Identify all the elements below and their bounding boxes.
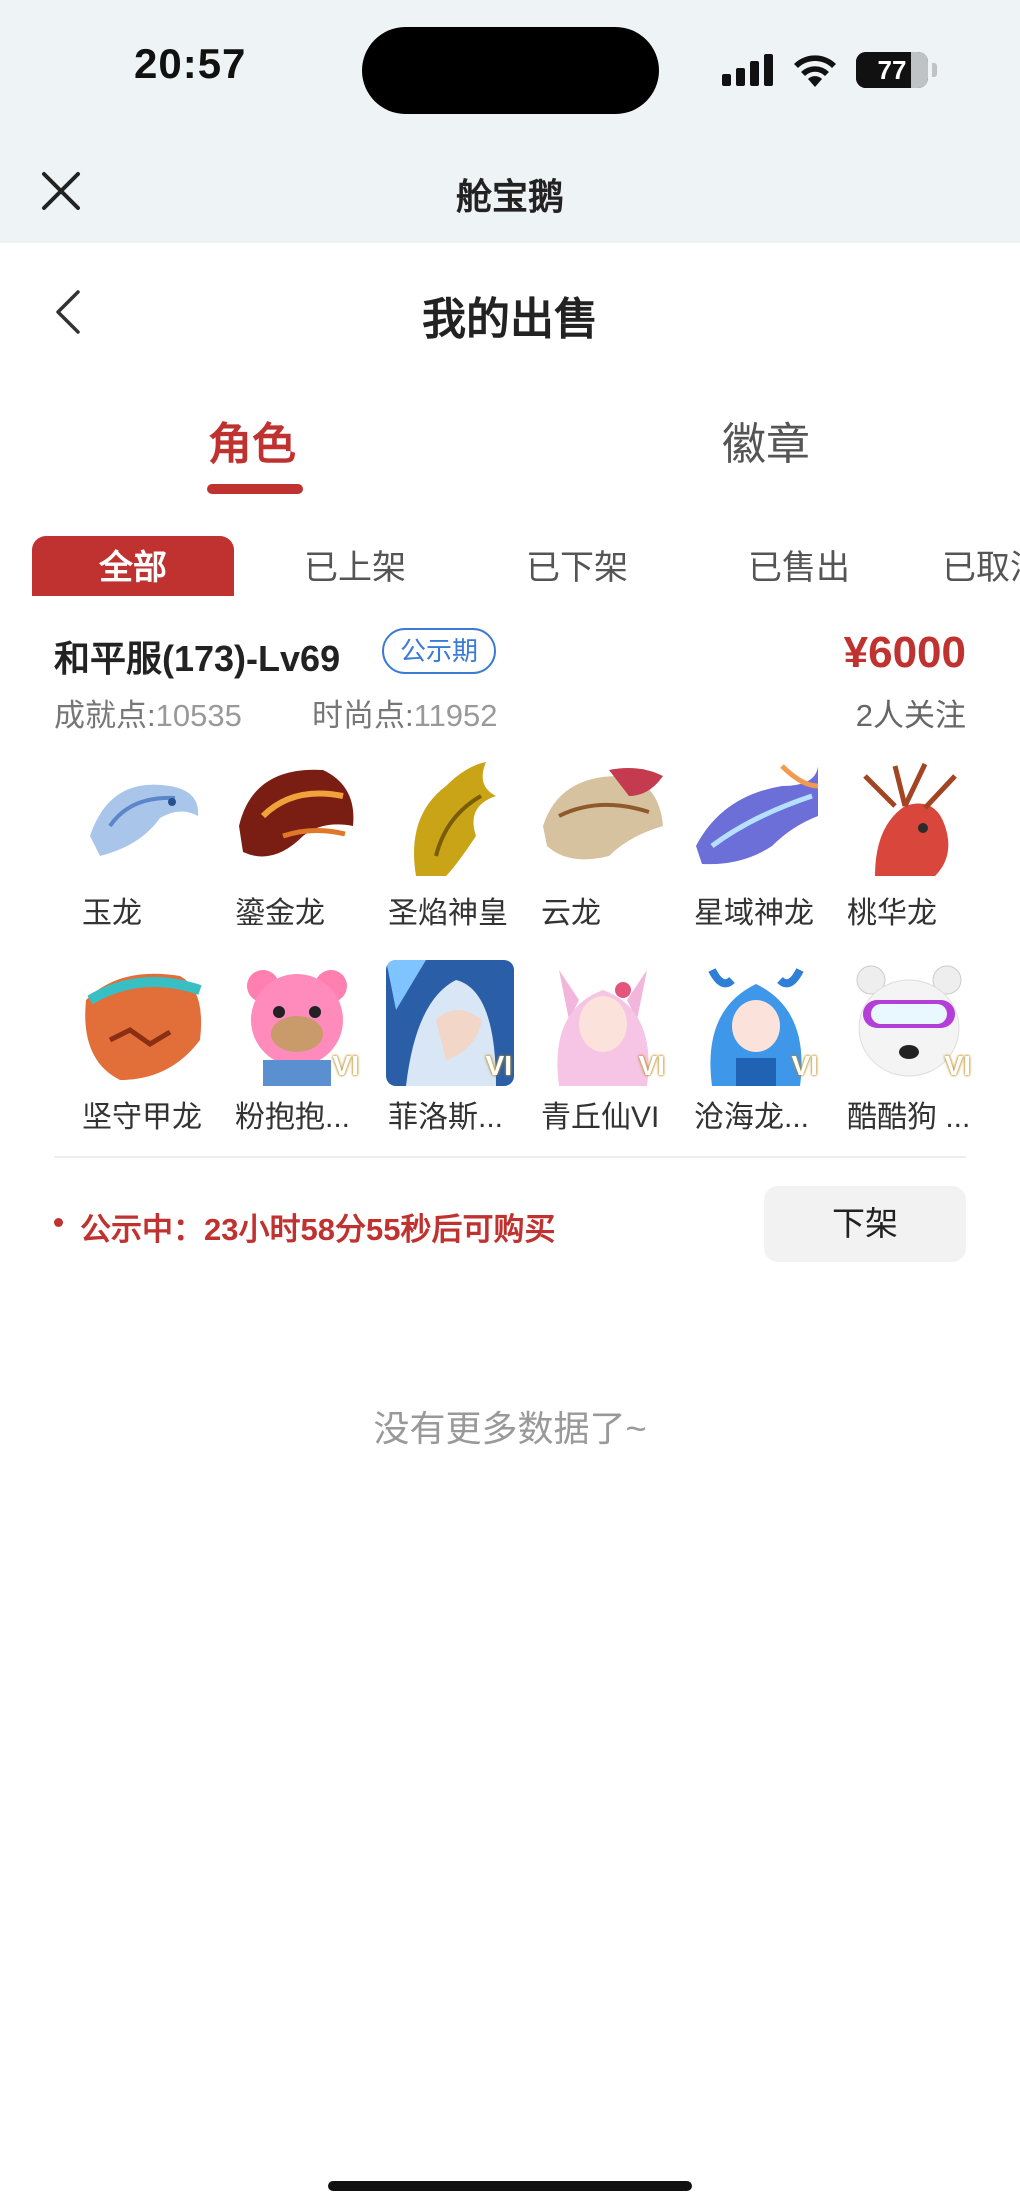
fashion-points: 时尚点:11952 <box>312 690 498 735</box>
blue-purple-dragon-image <box>692 756 820 882</box>
list-item[interactable]: 玉龙 <box>80 756 210 930</box>
golden-dragon-image <box>386 756 514 882</box>
peach-dragon-image <box>845 756 973 882</box>
item-name: 玉龙 <box>82 897 142 930</box>
vi-badge: VI <box>791 1050 818 1081</box>
achievement-value: 10535 <box>155 698 242 733</box>
filter-tabs: 全部 已上架 已下架 已售出 已取消 <box>32 536 1020 596</box>
status-icons: 77 <box>722 48 937 92</box>
battery-level: 77 <box>877 54 907 85</box>
app-title: 舱宝鹅 <box>455 176 564 217</box>
vi-badge: VI <box>332 1050 359 1081</box>
vi-badge: VI <box>485 1050 512 1081</box>
list-item[interactable]: 星域神龙 <box>692 756 822 930</box>
list-item[interactable]: VI 菲洛斯... <box>386 960 516 1134</box>
list-item[interactable]: 坚守甲龙 <box>80 960 210 1134</box>
list-item[interactable]: 圣焰神皇 <box>386 756 516 930</box>
cloud-dragon-image <box>539 756 667 882</box>
filter-all[interactable]: 全部 <box>32 536 234 596</box>
vi-badge: VI <box>638 1050 665 1081</box>
status-badge: 公示期 <box>382 628 497 674</box>
item-name: 青丘仙VI <box>541 1101 660 1134</box>
list-item[interactable]: VI 粉抱抱... <box>233 960 363 1134</box>
wifi-icon <box>794 55 836 87</box>
listing-title: 和平服(173)-Lv69 <box>54 638 341 679</box>
red-gold-dragon-image <box>233 756 361 882</box>
battery-icon: 77 <box>856 52 928 88</box>
dynamic-island <box>362 27 659 114</box>
silver-hair-character-image: VI <box>386 960 514 1086</box>
list-item[interactable]: VI 酷酷狗 ... <box>845 960 975 1134</box>
fashion-label: 时尚点: <box>312 698 414 733</box>
divider <box>54 1156 966 1158</box>
filter-cancelled[interactable]: 已取消 <box>942 536 1020 596</box>
filter-sold[interactable]: 已售出 <box>748 536 850 596</box>
item-name: 酷酷狗 ... <box>847 1101 971 1134</box>
item-name: 坚守甲龙 <box>82 1101 202 1134</box>
followers-count: 2人关注 <box>855 698 966 733</box>
item-name: 桃华龙 <box>847 897 937 930</box>
notice-bullet <box>54 1218 63 1227</box>
no-more-data: 没有更多数据了~ <box>373 1408 647 1449</box>
pink-bear-image: VI <box>233 960 361 1086</box>
list-item[interactable]: 桃华龙 <box>845 756 975 930</box>
item-name: 星域神龙 <box>694 897 814 930</box>
top-bar: 20:57 77 舱宝鹅 <box>0 0 1020 243</box>
page-title: 我的出售 <box>422 295 598 344</box>
home-indicator[interactable] <box>328 2181 692 2191</box>
filter-delisted[interactable]: 已下架 <box>526 536 628 596</box>
tab-active-indicator <box>207 484 303 494</box>
achievement-label: 成就点: <box>54 698 156 733</box>
tab-role[interactable]: 角色 <box>208 408 296 472</box>
item-name: 圣焰神皇 <box>388 897 508 930</box>
white-dog-goggles-image: VI <box>845 960 973 1086</box>
publicity-notice: 公示中：23小时58分55秒后可购买 <box>80 1212 556 1247</box>
tab-badge[interactable]: 徽章 <box>722 408 810 472</box>
status-time: 20:57 <box>134 40 247 87</box>
signal-icon <box>722 54 773 86</box>
item-name: 云龙 <box>541 897 601 930</box>
battery-tip <box>932 63 937 77</box>
item-name: 鎏金龙 <box>235 897 325 930</box>
item-name: 菲洛斯... <box>388 1101 504 1134</box>
armored-dragon-image <box>80 960 208 1086</box>
white-dragon-image <box>80 756 208 882</box>
fashion-value: 11952 <box>413 698 498 733</box>
item-name: 沧海龙... <box>694 1101 810 1134</box>
listing-price: ¥6000 <box>843 628 966 677</box>
vi-badge: VI <box>944 1050 971 1081</box>
delist-button[interactable]: 下架 <box>764 1186 966 1262</box>
list-item[interactable]: 鎏金龙 <box>233 756 363 930</box>
list-item[interactable]: VI 青丘仙VI <box>539 960 669 1134</box>
blue-dragon-girl-image: VI <box>692 960 820 1086</box>
fox-fairy-image: VI <box>539 960 667 1086</box>
item-name: 粉抱抱... <box>235 1101 351 1134</box>
achievement-points: 成就点:10535 <box>54 690 242 735</box>
filter-listed[interactable]: 已上架 <box>304 536 406 596</box>
list-item[interactable]: 云龙 <box>539 756 669 930</box>
list-item[interactable]: VI 沧海龙... <box>692 960 822 1134</box>
